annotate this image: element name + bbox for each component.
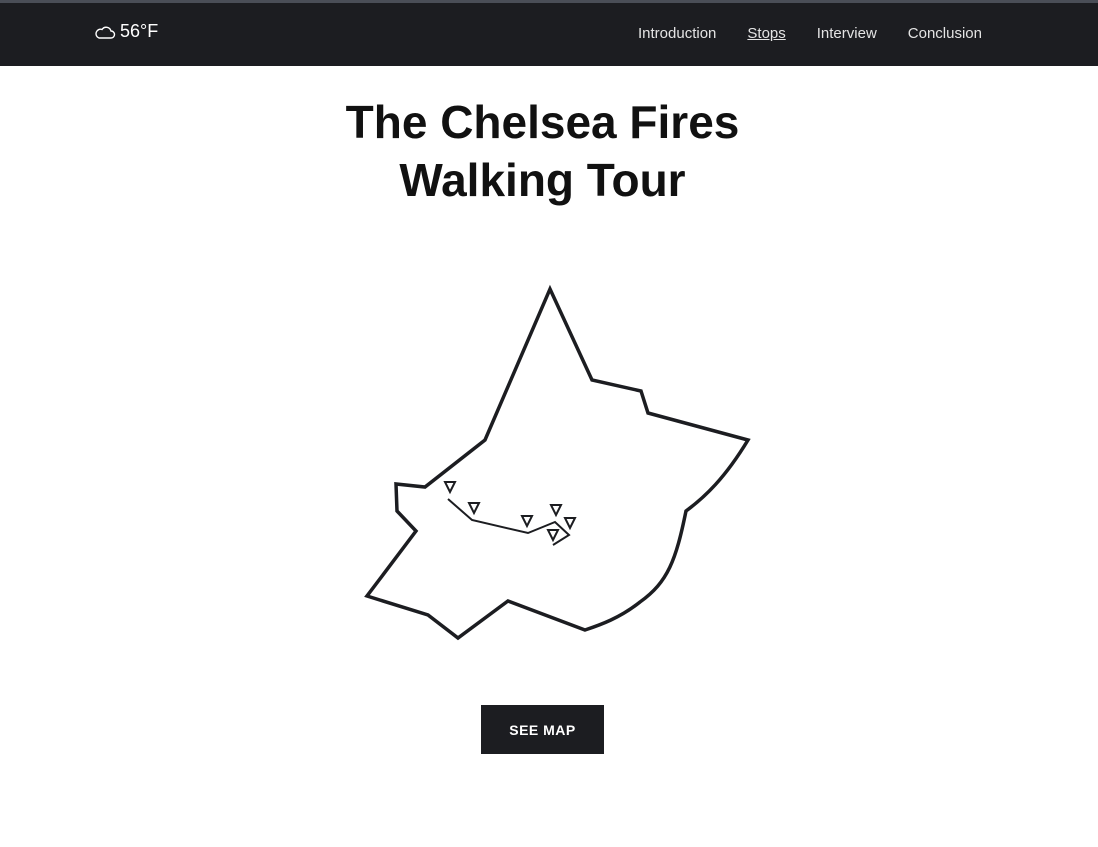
see-map-button[interactable]: SEE MAP <box>481 705 604 754</box>
stop-markers <box>443 481 577 543</box>
stop-marker-icon-4[interactable] <box>549 504 563 518</box>
stop-marker-icon-5[interactable] <box>563 517 577 531</box>
stop-marker-icon-6[interactable] <box>546 529 560 543</box>
neighborhood-outline <box>364 284 751 641</box>
stop-marker-icon-3[interactable] <box>520 515 534 529</box>
stop-marker-icon-2[interactable] <box>467 502 481 516</box>
stop-marker-icon-1[interactable] <box>443 481 457 495</box>
